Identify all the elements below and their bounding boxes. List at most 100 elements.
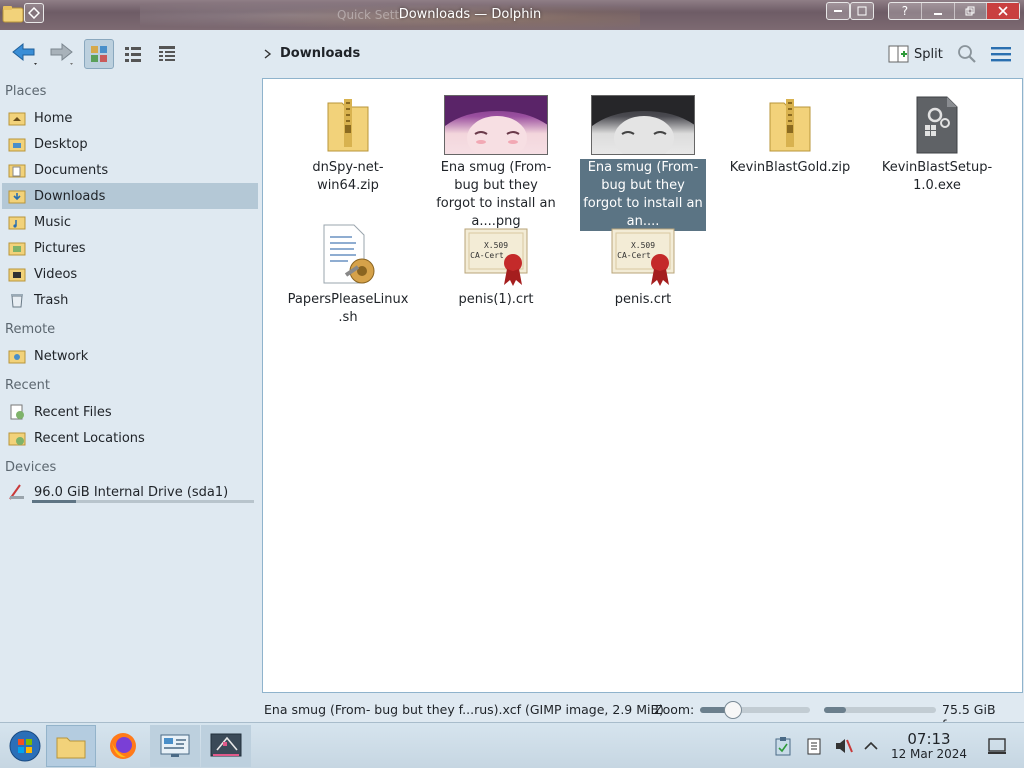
sidebar-item-desktop[interactable]: Desktop [2,131,258,157]
file-label: penis(1).crt [458,292,534,307]
back-button[interactable] [8,39,42,69]
hard-drive-icon [9,484,24,500]
sidebar-item-downloads[interactable]: Downloads [2,183,258,209]
chevron-up-icon [864,741,878,750]
details-view-icon [159,46,175,61]
recent-locations-icon [8,432,26,446]
keep-above-button[interactable] [850,2,874,20]
split-button[interactable]: Split [888,42,943,66]
cert-text-line1: X.509 [484,241,508,250]
compact-view-button[interactable] [118,39,148,69]
notes-icon [807,738,821,755]
folder-icon [56,737,86,759]
anime-portrait-icon [445,96,547,154]
shade-button[interactable] [826,2,850,20]
sidebar-item-music[interactable]: Music [2,209,258,235]
show-desktop-button[interactable] [986,735,1008,757]
firefox-icon [110,733,136,759]
title-bar[interactable]: Quick Setti Downloads — Dolphin ? [0,0,1024,30]
drive-usage-bar [32,500,254,503]
details-view-button[interactable] [152,39,182,69]
videos-folder-icon [8,268,26,282]
file-label: dnSpy-net-win64.zip [312,160,384,193]
square-icon [857,6,867,16]
certificate-icon: X.509 CA-Cert [464,228,528,286]
taskbar-terminal[interactable] [201,725,251,767]
sidebar-item-documents[interactable]: Documents [2,157,258,183]
tray-expand[interactable] [860,735,882,757]
zoom-slider[interactable] [700,701,810,719]
sidebar-item-recent-locations[interactable]: Recent Locations [2,425,258,451]
taskbar-dolphin[interactable] [46,725,96,767]
clock[interactable]: 07:13 12 Mar 2024 [886,731,972,762]
sidebar-item-pictures[interactable]: Pictures [2,235,258,261]
zoom-slider-handle[interactable] [724,701,742,719]
settings-monitor-icon [160,734,190,757]
hamburger-menu-icon[interactable] [988,42,1014,66]
breadcrumb-downloads[interactable]: Downloads [280,46,360,61]
file-item[interactable]: X.509 CA-Cert penis.crt [580,221,706,309]
image-thumbnail [444,95,548,155]
icons-view-button[interactable] [84,39,114,69]
file-item[interactable]: Ena smug (From-bug but they forgot to in… [433,89,559,231]
places-panel: Places Home Desktop Documents Downloads … [0,78,262,718]
sidebar-item-home[interactable]: Home [2,105,258,131]
back-arrow-icon [12,42,37,65]
section-remote: Remote [5,322,56,337]
status-bar: Ena smug (From- bug but they f...rus).xc… [0,700,1024,732]
sidebar-item-label: Home [34,110,73,126]
sidebar-item-label: Pictures [34,240,86,256]
drive-usage-fill [32,500,77,503]
recent-files-icon [10,404,24,420]
home-folder-icon [8,112,26,126]
taskbar-system-settings[interactable] [150,725,200,767]
cert-text-line2: CA-Cert [617,251,651,260]
split-label: Split [914,46,943,62]
file-item[interactable]: dnSpy-net-win64.zip [285,89,411,195]
file-view[interactable]: dnSpy-net-win64.zip Ena smug (From-bug b… [262,78,1023,693]
maximize-button[interactable] [955,3,988,19]
forward-button[interactable] [44,39,78,69]
show-desktop-icon [988,738,1006,754]
restore-icon [965,6,975,16]
taskbar-firefox[interactable] [98,725,148,767]
volume-muted-icon [836,739,853,753]
sidebar-item-label: Documents [34,162,109,178]
documents-folder-icon [8,164,26,178]
file-item[interactable]: X.509 CA-Cert penis(1).crt [433,221,559,309]
breadcrumb[interactable]: Downloads [264,46,360,61]
file-item[interactable]: KevinBlastGold.zip [727,89,853,177]
free-space-fill [824,707,847,713]
section-recent: Recent [5,378,50,393]
sidebar-item-label: Recent Locations [34,430,145,446]
dash-icon [834,10,842,12]
minimize-icon [933,13,942,15]
compact-view-icon [125,47,141,62]
tray-notes[interactable] [803,735,825,757]
close-button[interactable] [987,3,1019,19]
file-label: KevinBlastGold.zip [729,160,851,175]
file-label: penis.crt [614,292,672,307]
pictures-folder-icon [8,242,26,256]
zip-folder-icon [769,99,811,152]
start-menu-button[interactable] [0,725,50,767]
minimize-button[interactable] [922,3,955,19]
toolbar: Downloads Split [0,30,1024,78]
free-space-bar [824,707,936,713]
file-item[interactable]: KevinBlastSetup-1.0.exe [874,89,1000,195]
help-button[interactable]: ? [889,3,922,19]
file-item[interactable]: PapersPleaseLinux.sh [285,221,411,327]
sidebar-item-videos[interactable]: Videos [2,261,258,287]
sidebar-item-label: Network [34,348,89,364]
tray-volume[interactable] [832,735,854,757]
split-view-icon [888,45,909,63]
sidebar-item-label: Trash [34,292,69,308]
sidebar-item-network[interactable]: Network [2,343,258,369]
search-icon[interactable] [955,42,979,66]
sidebar-item-recent-files[interactable]: Recent Files [2,399,258,425]
sidebar-item-trash[interactable]: Trash [2,287,258,313]
sidebar-item-label: Videos [34,266,78,282]
certificate-icon: X.509 CA-Cert [611,228,675,286]
tray-clipboard[interactable] [772,735,794,757]
file-item[interactable]: Ena smug (From-bug but they forgot to in… [580,89,706,231]
